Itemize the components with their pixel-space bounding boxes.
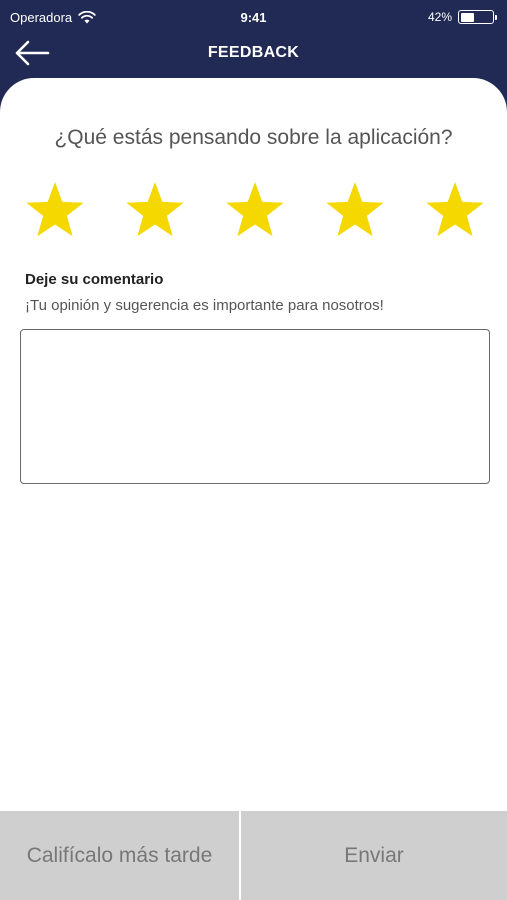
- battery-indicator: 42%: [428, 10, 497, 24]
- send-button[interactable]: Enviar: [241, 811, 507, 900]
- battery-fill: [460, 12, 474, 22]
- bottom-action-bar: Califícalo más tarde Enviar: [0, 811, 507, 900]
- battery-tip: [495, 14, 497, 20]
- star-icon: [226, 182, 284, 237]
- comment-label: Deje su comentario: [25, 271, 164, 288]
- star-2[interactable]: [124, 179, 186, 241]
- star-icon: [326, 182, 384, 237]
- comment-hint: ¡Tu opinión y sugerencia es importante p…: [25, 297, 384, 314]
- star-rating: [0, 179, 507, 241]
- star-icon: [426, 182, 484, 237]
- page-title: FEEDBACK: [207, 44, 300, 61]
- feedback-card: ¿Qué estás pensando sobre la aplicación?…: [0, 78, 507, 811]
- status-bar: Operadora 9:41 42%: [0, 0, 507, 36]
- star-icon: [26, 182, 84, 237]
- comment-input[interactable]: [20, 329, 490, 484]
- star-1[interactable]: [24, 179, 86, 241]
- star-4[interactable]: [324, 179, 386, 241]
- battery-icon: [458, 10, 494, 24]
- star-5[interactable]: [424, 179, 486, 241]
- nav-bar: FEEDBACK: [0, 36, 507, 80]
- rating-question: ¿Qué estás pensando sobre la aplicación?: [54, 126, 453, 149]
- battery-percent: 42%: [427, 10, 452, 24]
- star-3[interactable]: [224, 179, 286, 241]
- rate-later-button[interactable]: Califícalo más tarde: [0, 811, 239, 900]
- star-icon: [126, 182, 184, 237]
